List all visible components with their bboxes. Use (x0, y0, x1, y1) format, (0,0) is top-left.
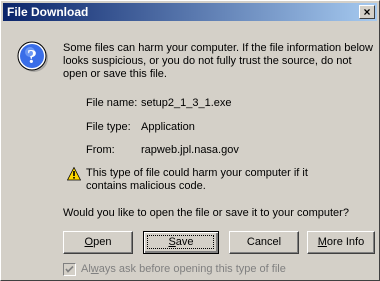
save-button[interactable]: Save (143, 231, 219, 254)
cancel-button[interactable]: Cancel (229, 231, 299, 254)
file-name-value: setup2_1_3_1.exe (141, 97, 232, 109)
always-ask-label-pre: Al (81, 263, 91, 275)
checkmark-icon (65, 265, 74, 273)
more-info-label: ore Info (326, 236, 365, 248)
open-or-save-question: Would you like to open the file or save … (63, 207, 349, 219)
warning-icon (67, 167, 81, 181)
file-type-label: File type: (86, 121, 131, 133)
question-icon: ? (17, 41, 48, 72)
close-button[interactable]: × (359, 5, 375, 19)
close-icon: × (363, 5, 371, 19)
file-from-label: From: (86, 144, 115, 156)
security-message: Some files can harm your computer. If th… (63, 42, 373, 80)
dialog-title: File Download (7, 5, 89, 19)
file-name-label: File name: (86, 97, 138, 109)
cancel-label: Cancel (246, 236, 282, 248)
title-bar[interactable]: File Download × (3, 3, 377, 21)
open-accel: O (84, 236, 94, 248)
file-type-value: Application (141, 121, 195, 133)
always-ask-label: Always ask before opening this type of f… (81, 263, 286, 275)
always-ask-checkbox[interactable] (63, 263, 76, 276)
file-from-value: rapweb.jpl.nasa.gov (141, 144, 239, 156)
file-download-dialog: File Download × ? Some files can harm yo… (0, 0, 380, 281)
always-ask-label-accel: w (90, 263, 99, 275)
more-info-button[interactable]: More Info (307, 231, 375, 254)
more-info-accel: M (317, 236, 327, 248)
focus-rect (147, 235, 214, 249)
svg-text:?: ? (27, 46, 37, 68)
always-ask-label-post: ays ask before opening this type of file (98, 263, 286, 275)
open-button[interactable]: Open (63, 231, 133, 254)
caution-message: This type of file could harm your comput… (86, 167, 308, 192)
open-label: pen (93, 236, 112, 248)
